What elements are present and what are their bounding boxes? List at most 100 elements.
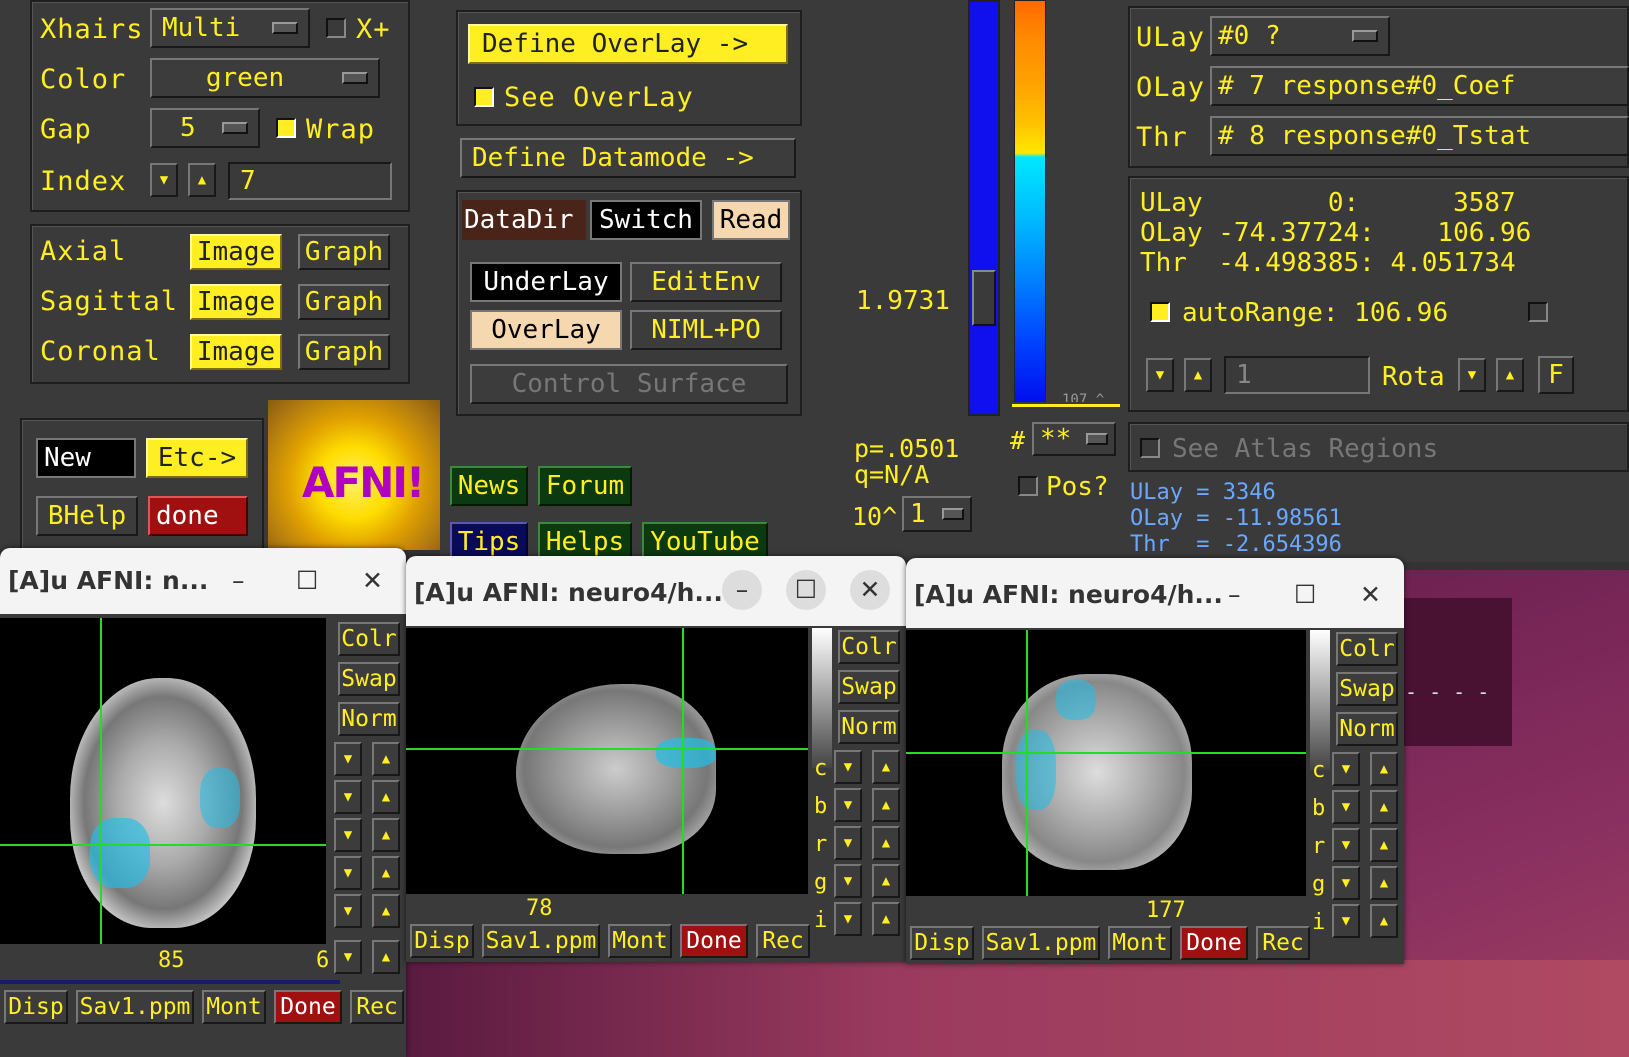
see-atlas-toggle[interactable] xyxy=(1140,438,1160,458)
down-arrow-icon[interactable]: ▼ xyxy=(1332,866,1360,900)
rec-button[interactable]: Rec xyxy=(350,990,404,1024)
maximize-icon[interactable]: ☐ xyxy=(786,570,826,610)
up-arrow-icon[interactable]: ▲ xyxy=(1370,752,1398,786)
down-arrow-icon[interactable]: ▼ xyxy=(334,780,362,814)
switch-button[interactable]: Switch xyxy=(590,200,702,240)
down-arrow-icon[interactable]: ▼ xyxy=(834,826,862,860)
see-overlay-toggle[interactable] xyxy=(474,87,494,107)
down-arrow-icon[interactable]: ▼ xyxy=(834,788,862,822)
up-arrow-icon[interactable]: ▲ xyxy=(1370,790,1398,824)
up-arrow-icon[interactable]: ▲ xyxy=(1370,828,1398,862)
down-arrow-icon[interactable]: ▼ xyxy=(834,902,862,936)
disp-button[interactable]: Disp xyxy=(4,990,68,1024)
swap-button[interactable]: Swap xyxy=(1336,672,1398,706)
swap-button[interactable]: Swap xyxy=(338,662,400,696)
close-icon[interactable]: ✕ xyxy=(1360,580,1381,609)
up-arrow-icon[interactable]: ▲ xyxy=(872,826,900,860)
minimize-icon[interactable]: – xyxy=(1228,580,1241,609)
bhelp-button[interactable]: BHelp xyxy=(36,496,138,536)
up-arrow-icon[interactable]: ▲ xyxy=(872,788,900,822)
window-titlebar[interactable]: [A]u AFNI: n... – ☐ ✕ xyxy=(0,548,406,614)
gap-menu[interactable]: 5 xyxy=(150,108,260,148)
down-arrow-icon[interactable]: ▼ xyxy=(1332,790,1360,824)
index-down-arrow-icon[interactable]: ▼ xyxy=(150,163,178,197)
coronal-image-button[interactable]: Image xyxy=(190,334,282,370)
index-up-arrow-icon[interactable]: ▲ xyxy=(188,163,216,197)
read-button[interactable]: Read xyxy=(712,200,790,240)
threshold-slider-trough[interactable] xyxy=(968,0,1000,416)
threshold-slider-thumb[interactable] xyxy=(972,270,996,326)
axial-image-button[interactable]: Image xyxy=(190,234,282,270)
autorange-toggle[interactable] xyxy=(1150,302,1170,322)
up-arrow-icon[interactable]: ▲ xyxy=(872,750,900,784)
up-arrow-icon[interactable]: ▲ xyxy=(372,940,400,974)
down-arrow-icon[interactable]: ▼ xyxy=(334,894,362,928)
close-icon[interactable]: ✕ xyxy=(850,570,890,610)
xplus-toggle[interactable] xyxy=(326,18,346,38)
done-button[interactable]: Done xyxy=(1180,926,1248,960)
define-overlay-button[interactable]: Define OverLay -> xyxy=(468,24,788,64)
down-arrow-icon[interactable]: ▼ xyxy=(1332,828,1360,862)
up-arrow-icon[interactable]: ▲ xyxy=(372,894,400,928)
window-titlebar[interactable]: [A]u AFNI: neuro4/h... – ☐ ✕ xyxy=(406,556,906,626)
extra-toggle[interactable] xyxy=(1528,302,1548,322)
up-arrow-icon[interactable]: ▲ xyxy=(372,818,400,852)
up-arrow-icon[interactable]: ▲ xyxy=(872,902,900,936)
wrap-toggle[interactable] xyxy=(276,118,296,138)
sav-button[interactable]: Sav1.ppm xyxy=(482,924,600,958)
maximize-icon[interactable]: ☐ xyxy=(296,566,318,595)
up-arrow-icon[interactable]: ▲ xyxy=(372,780,400,814)
xhairs-menu[interactable]: Multi xyxy=(150,8,310,48)
down-arrow-icon[interactable]: ▼ xyxy=(334,940,362,974)
maximize-icon[interactable]: ☐ xyxy=(1294,580,1316,609)
swap-button[interactable]: Swap xyxy=(838,670,900,704)
coronal-graph-button[interactable]: Graph xyxy=(298,334,390,370)
forum-button[interactable]: Forum xyxy=(538,466,632,506)
coronal-image-view[interactable] xyxy=(906,630,1306,896)
mont-button[interactable]: Mont xyxy=(202,990,266,1024)
rota-up-arrow-icon[interactable]: ▲ xyxy=(1184,358,1212,392)
mont-button[interactable]: Mont xyxy=(1108,926,1172,960)
rec-button[interactable]: Rec xyxy=(1256,926,1310,960)
norm-button[interactable]: Norm xyxy=(338,702,400,736)
up-arrow-icon[interactable]: ▲ xyxy=(372,742,400,776)
axial-graph-button[interactable]: Graph xyxy=(298,234,390,270)
editenv-button[interactable]: EditEnv xyxy=(630,262,782,302)
sagittal-image-view[interactable] xyxy=(406,628,808,894)
down-arrow-icon[interactable]: ▼ xyxy=(334,742,362,776)
down-arrow-icon[interactable]: ▼ xyxy=(1332,904,1360,938)
down-arrow-icon[interactable]: ▼ xyxy=(834,864,862,898)
etc-button[interactable]: Etc-> xyxy=(146,438,248,478)
down-arrow-icon[interactable]: ▼ xyxy=(334,818,362,852)
sagittal-image-button[interactable]: Image xyxy=(190,284,282,320)
rec-button[interactable]: Rec xyxy=(756,924,810,958)
disp-button[interactable]: Disp xyxy=(410,924,474,958)
close-icon[interactable]: ✕ xyxy=(362,566,383,595)
done-button[interactable]: Done xyxy=(274,990,342,1024)
norm-button[interactable]: Norm xyxy=(1336,712,1398,746)
news-button[interactable]: News xyxy=(450,466,528,506)
axial-image-view[interactable] xyxy=(0,618,326,944)
index-field[interactable]: 7 xyxy=(228,162,392,200)
new-button[interactable]: New xyxy=(36,438,136,478)
rota-left-arrow-icon[interactable]: ▼ xyxy=(1458,358,1486,392)
disp-button[interactable]: Disp xyxy=(910,926,974,960)
stars-menu[interactable]: ** xyxy=(1032,422,1116,456)
sav-button[interactable]: Sav1.ppm xyxy=(982,926,1100,960)
minimize-icon[interactable]: – xyxy=(232,566,245,595)
olay-menu[interactable]: # 7 response#0_Coef xyxy=(1210,66,1629,106)
colr-button[interactable]: Colr xyxy=(338,622,400,656)
underlay-button[interactable]: UnderLay xyxy=(470,262,622,302)
rota-right-arrow-icon[interactable]: ▲ xyxy=(1496,358,1524,392)
f-button[interactable]: F xyxy=(1538,356,1574,394)
colr-button[interactable]: Colr xyxy=(1336,632,1398,666)
niml-po-button[interactable]: NIML+PO xyxy=(630,310,782,350)
thr-menu[interactable]: # 8 response#0_Tstat xyxy=(1210,116,1629,156)
down-arrow-icon[interactable]: ▼ xyxy=(1332,752,1360,786)
down-arrow-icon[interactable]: ▼ xyxy=(334,856,362,890)
norm-button[interactable]: Norm xyxy=(838,710,900,744)
up-arrow-icon[interactable]: ▲ xyxy=(872,864,900,898)
colr-button[interactable]: Colr xyxy=(838,630,900,664)
ulay-menu[interactable]: #0 ? xyxy=(1210,16,1390,56)
down-arrow-icon[interactable]: ▼ xyxy=(834,750,862,784)
